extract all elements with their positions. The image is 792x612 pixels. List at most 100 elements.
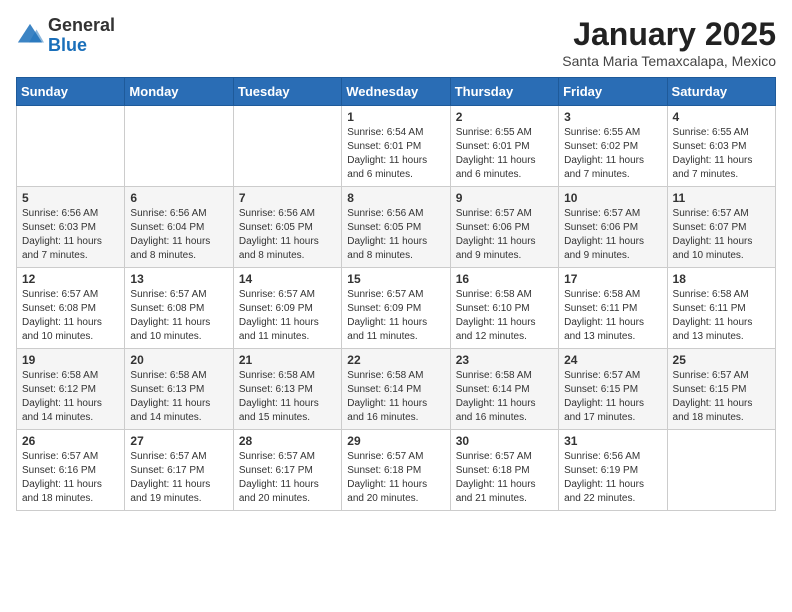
daylight-text: Daylight: 11 hours and 8 minutes. (130, 236, 210, 261)
daylight-text: Daylight: 11 hours and 13 minutes. (673, 317, 753, 342)
sunset-text: Sunset: 6:09 PM (239, 303, 313, 314)
day-number: 27 (130, 434, 227, 448)
sunset-text: Sunset: 6:01 PM (456, 141, 530, 152)
calendar-cell: 17Sunrise: 6:58 AMSunset: 6:11 PMDayligh… (559, 268, 667, 349)
sunrise-text: Sunrise: 6:57 AM (456, 208, 532, 219)
calendar-week-row: 1Sunrise: 6:54 AMSunset: 6:01 PMDaylight… (17, 106, 776, 187)
sunrise-text: Sunrise: 6:56 AM (239, 208, 315, 219)
sunset-text: Sunset: 6:10 PM (456, 303, 530, 314)
sunset-text: Sunset: 6:01 PM (347, 141, 421, 152)
sunset-text: Sunset: 6:14 PM (456, 384, 530, 395)
day-number: 16 (456, 272, 553, 286)
sunrise-text: Sunrise: 6:58 AM (22, 370, 98, 381)
page-header: General Blue January 2025 Santa Maria Te… (16, 16, 776, 69)
location-text: Santa Maria Temaxcalapa, Mexico (562, 53, 776, 69)
day-info: Sunrise: 6:58 AMSunset: 6:11 PMDaylight:… (564, 288, 661, 344)
daylight-text: Daylight: 11 hours and 7 minutes. (564, 155, 644, 180)
calendar-cell: 24Sunrise: 6:57 AMSunset: 6:15 PMDayligh… (559, 349, 667, 430)
day-info: Sunrise: 6:57 AMSunset: 6:17 PMDaylight:… (239, 450, 336, 506)
sunset-text: Sunset: 6:17 PM (130, 465, 204, 476)
sunset-text: Sunset: 6:09 PM (347, 303, 421, 314)
day-info: Sunrise: 6:55 AMSunset: 6:01 PMDaylight:… (456, 126, 553, 182)
sunrise-text: Sunrise: 6:57 AM (239, 289, 315, 300)
sunrise-text: Sunrise: 6:58 AM (564, 289, 640, 300)
calendar-cell: 3Sunrise: 6:55 AMSunset: 6:02 PMDaylight… (559, 106, 667, 187)
day-number: 5 (22, 191, 119, 205)
day-number: 12 (22, 272, 119, 286)
weekday-header-tuesday: Tuesday (233, 78, 341, 106)
day-info: Sunrise: 6:57 AMSunset: 6:06 PMDaylight:… (456, 207, 553, 263)
daylight-text: Daylight: 11 hours and 14 minutes. (130, 398, 210, 423)
daylight-text: Daylight: 11 hours and 21 minutes. (456, 479, 536, 504)
calendar-cell: 7Sunrise: 6:56 AMSunset: 6:05 PMDaylight… (233, 187, 341, 268)
logo-icon (16, 22, 44, 50)
day-number: 13 (130, 272, 227, 286)
day-info: Sunrise: 6:58 AMSunset: 6:13 PMDaylight:… (130, 369, 227, 425)
day-number: 4 (673, 110, 770, 124)
sunset-text: Sunset: 6:06 PM (456, 222, 530, 233)
day-info: Sunrise: 6:57 AMSunset: 6:07 PMDaylight:… (673, 207, 770, 263)
day-number: 19 (22, 353, 119, 367)
sunrise-text: Sunrise: 6:56 AM (130, 208, 206, 219)
sunset-text: Sunset: 6:18 PM (347, 465, 421, 476)
weekday-header-sunday: Sunday (17, 78, 125, 106)
day-number: 2 (456, 110, 553, 124)
day-number: 22 (347, 353, 444, 367)
daylight-text: Daylight: 11 hours and 6 minutes. (456, 155, 536, 180)
day-info: Sunrise: 6:57 AMSunset: 6:18 PMDaylight:… (347, 450, 444, 506)
calendar-week-row: 12Sunrise: 6:57 AMSunset: 6:08 PMDayligh… (17, 268, 776, 349)
sunset-text: Sunset: 6:13 PM (239, 384, 313, 395)
daylight-text: Daylight: 11 hours and 22 minutes. (564, 479, 644, 504)
sunrise-text: Sunrise: 6:57 AM (347, 289, 423, 300)
day-number: 6 (130, 191, 227, 205)
calendar-cell: 13Sunrise: 6:57 AMSunset: 6:08 PMDayligh… (125, 268, 233, 349)
sunset-text: Sunset: 6:05 PM (347, 222, 421, 233)
day-info: Sunrise: 6:57 AMSunset: 6:15 PMDaylight:… (673, 369, 770, 425)
sunset-text: Sunset: 6:13 PM (130, 384, 204, 395)
sunset-text: Sunset: 6:15 PM (673, 384, 747, 395)
day-info: Sunrise: 6:57 AMSunset: 6:08 PMDaylight:… (22, 288, 119, 344)
calendar-cell (125, 106, 233, 187)
logo-general-text: General (48, 15, 115, 35)
daylight-text: Daylight: 11 hours and 16 minutes. (347, 398, 427, 423)
day-info: Sunrise: 6:57 AMSunset: 6:15 PMDaylight:… (564, 369, 661, 425)
daylight-text: Daylight: 11 hours and 8 minutes. (347, 236, 427, 261)
weekday-header-wednesday: Wednesday (342, 78, 450, 106)
daylight-text: Daylight: 11 hours and 6 minutes. (347, 155, 427, 180)
sunset-text: Sunset: 6:08 PM (22, 303, 96, 314)
daylight-text: Daylight: 11 hours and 11 minutes. (239, 317, 319, 342)
daylight-text: Daylight: 11 hours and 10 minutes. (673, 236, 753, 261)
calendar-week-row: 26Sunrise: 6:57 AMSunset: 6:16 PMDayligh… (17, 430, 776, 511)
sunrise-text: Sunrise: 6:57 AM (130, 289, 206, 300)
sunset-text: Sunset: 6:08 PM (130, 303, 204, 314)
daylight-text: Daylight: 11 hours and 19 minutes. (130, 479, 210, 504)
daylight-text: Daylight: 11 hours and 15 minutes. (239, 398, 319, 423)
day-number: 25 (673, 353, 770, 367)
sunrise-text: Sunrise: 6:54 AM (347, 127, 423, 138)
daylight-text: Daylight: 11 hours and 9 minutes. (564, 236, 644, 261)
day-info: Sunrise: 6:56 AMSunset: 6:19 PMDaylight:… (564, 450, 661, 506)
calendar-cell: 26Sunrise: 6:57 AMSunset: 6:16 PMDayligh… (17, 430, 125, 511)
sunrise-text: Sunrise: 6:58 AM (456, 289, 532, 300)
logo: General Blue (16, 16, 115, 56)
day-number: 20 (130, 353, 227, 367)
sunrise-text: Sunrise: 6:57 AM (347, 451, 423, 462)
weekday-header-row: SundayMondayTuesdayWednesdayThursdayFrid… (17, 78, 776, 106)
calendar-cell: 14Sunrise: 6:57 AMSunset: 6:09 PMDayligh… (233, 268, 341, 349)
day-number: 7 (239, 191, 336, 205)
day-number: 28 (239, 434, 336, 448)
title-block: January 2025 Santa Maria Temaxcalapa, Me… (562, 16, 776, 69)
day-info: Sunrise: 6:58 AMSunset: 6:13 PMDaylight:… (239, 369, 336, 425)
day-info: Sunrise: 6:57 AMSunset: 6:18 PMDaylight:… (456, 450, 553, 506)
calendar-cell: 5Sunrise: 6:56 AMSunset: 6:03 PMDaylight… (17, 187, 125, 268)
sunset-text: Sunset: 6:14 PM (347, 384, 421, 395)
sunset-text: Sunset: 6:12 PM (22, 384, 96, 395)
calendar-cell: 30Sunrise: 6:57 AMSunset: 6:18 PMDayligh… (450, 430, 558, 511)
day-info: Sunrise: 6:57 AMSunset: 6:16 PMDaylight:… (22, 450, 119, 506)
day-number: 3 (564, 110, 661, 124)
day-info: Sunrise: 6:58 AMSunset: 6:14 PMDaylight:… (456, 369, 553, 425)
sunrise-text: Sunrise: 6:56 AM (564, 451, 640, 462)
sunset-text: Sunset: 6:11 PM (673, 303, 746, 314)
daylight-text: Daylight: 11 hours and 12 minutes. (456, 317, 536, 342)
calendar-cell: 2 Sunrise: 6:55 AMSunset: 6:01 PMDaylight… (450, 106, 558, 187)
